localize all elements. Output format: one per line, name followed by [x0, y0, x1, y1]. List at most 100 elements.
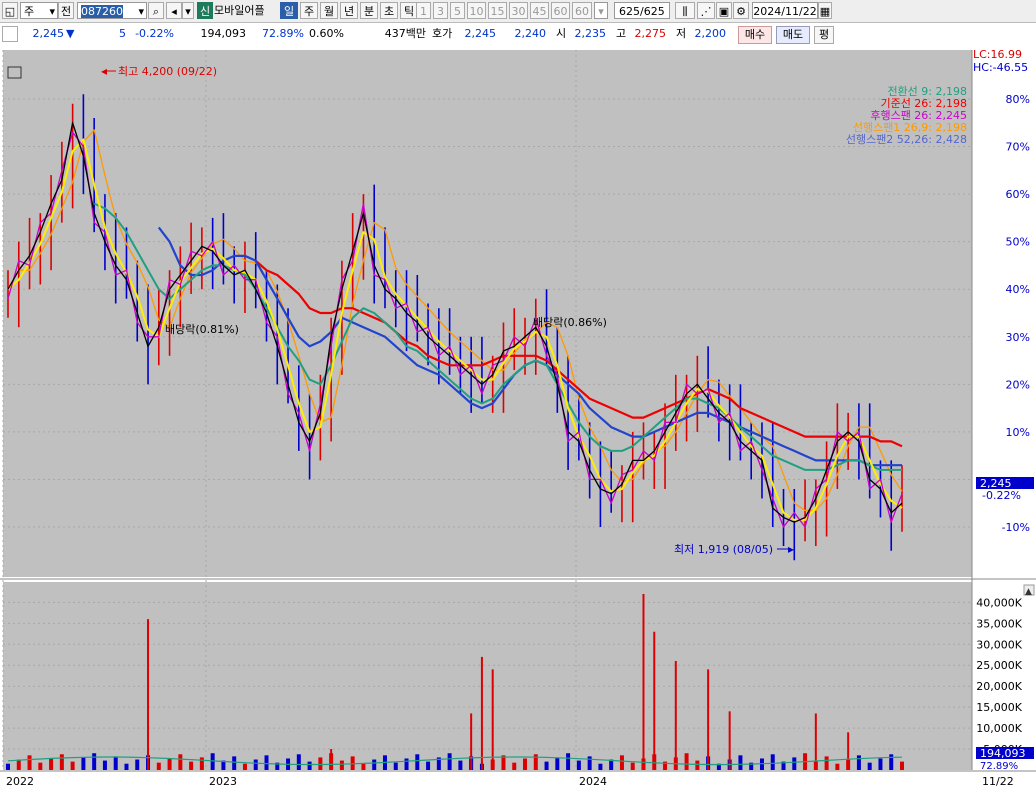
price-volume-chart[interactable]: 80% 70% 60% 50% 40% 30% 20% 10% -10% 40,000K 35,0…: [0, 45, 1036, 793]
y-tick-label: 50%: [1006, 236, 1030, 249]
volume-bar: [878, 758, 883, 770]
volume-bar: [339, 760, 344, 770]
volume-bar: [59, 754, 64, 770]
volume-ratio: 72.89%: [262, 27, 304, 40]
volume-bar: [210, 753, 215, 770]
volume-bar: [6, 763, 10, 770]
chevron-down-icon[interactable]: ▾: [182, 2, 194, 19]
volume-bar: [102, 760, 107, 770]
volume-bar: [458, 760, 463, 770]
volume-bar: [361, 763, 366, 770]
volume-bar: [264, 755, 269, 770]
buy-button[interactable]: 매수: [738, 26, 772, 44]
volume-bar: [415, 754, 420, 770]
prev-button[interactable]: 전: [58, 2, 74, 19]
open-label: 시: [556, 27, 567, 40]
sell-button[interactable]: 매도: [776, 26, 810, 44]
search-icon[interactable]: ⌕: [148, 2, 164, 19]
lc-label: LC:16.99: [973, 48, 1022, 61]
volume-bar: [770, 754, 775, 770]
chevron-down-icon: ▾: [49, 5, 55, 18]
volume-bar: [92, 753, 97, 770]
volume-bar: [318, 757, 323, 770]
chevron-up-icon: ▲: [1025, 587, 1032, 597]
volume-bar: [426, 761, 431, 770]
volume-tick-label: 25,000K: [976, 659, 1022, 672]
volume-bar: [566, 753, 571, 770]
volume-bar: [189, 761, 194, 770]
volume-bar: [856, 755, 861, 770]
interval-button[interactable]: 15: [488, 2, 507, 19]
interval-button[interactable]: 45: [530, 2, 549, 19]
change-pct: -0.22%: [135, 27, 174, 40]
period-tab[interactable]: 주: [300, 2, 318, 19]
x-last-label: 11/22: [982, 775, 1014, 788]
volume-bar: [135, 759, 140, 770]
market-label: 주: [24, 5, 35, 18]
market-select[interactable]: 주 ▾: [20, 2, 58, 19]
gear-icon[interactable]: ⚙: [733, 2, 749, 19]
x-tick-label: 2023: [209, 775, 237, 788]
volume: 194,093: [200, 27, 247, 40]
y-tick-label: 80%: [1006, 93, 1030, 106]
volume-bar: [447, 753, 452, 770]
period-tab[interactable]: 년: [340, 2, 358, 19]
volume-bar: [619, 755, 624, 770]
volume-tick-label: 35,000K: [976, 617, 1022, 630]
turnover: 0.60%: [309, 27, 344, 40]
low: 2,200: [694, 27, 727, 40]
volume-bar: [156, 762, 161, 770]
high-arrow-icon: ◂: [101, 64, 107, 78]
down-arrow-icon: ▼: [66, 27, 75, 40]
interval-button[interactable]: 60: [551, 2, 570, 19]
current-volume-label: 194,093: [980, 747, 1026, 760]
date-field[interactable]: 2024/11/22: [752, 2, 818, 19]
period-tab[interactable]: 월: [320, 2, 338, 19]
period-tab[interactable]: 일: [280, 2, 298, 19]
save-icon[interactable]: ▣: [716, 2, 732, 19]
low-arrow-icon: ▸: [788, 542, 794, 556]
volume-tick-label: 40,000K: [976, 596, 1022, 609]
volume-bar: [124, 763, 129, 770]
high-label: 고: [616, 27, 627, 40]
hc-label: HC:-46.55: [973, 61, 1028, 74]
dividend-annotation: 배당락(0.86%): [533, 316, 607, 329]
y-tick-label: 10%: [1006, 426, 1030, 439]
speaker-icon[interactable]: ◂: [166, 2, 182, 19]
toggle-icon[interactable]: [2, 26, 18, 42]
bid-label: 호가: [432, 27, 453, 40]
volume-bar: [178, 754, 183, 770]
interval-button[interactable]: 1: [416, 2, 431, 19]
volume-bar: [544, 761, 549, 770]
interval-button[interactable]: 30: [509, 2, 528, 19]
count-field[interactable]: 625/625: [614, 2, 670, 19]
volume-bar: [555, 757, 560, 770]
volume-bar: [167, 758, 172, 770]
volume-bar: [232, 756, 237, 770]
volume-bar: [684, 753, 689, 770]
volume-bar: [738, 755, 743, 770]
volume-bar: [792, 757, 797, 770]
interval-button[interactable]: 3: [433, 2, 448, 19]
candle-icon[interactable]: ⫼: [675, 2, 695, 19]
count-total: /625: [640, 5, 665, 18]
legend-entry: 선행스팬2 52,26: 2,428: [846, 133, 967, 146]
volume-bar: [824, 756, 829, 770]
interval-dropdown[interactable]: ▾: [594, 2, 608, 19]
interval-button[interactable]: 10: [467, 2, 486, 19]
zigzag-icon[interactable]: ⋰: [697, 2, 715, 19]
volume-bar: [576, 760, 581, 770]
trade-amount: 437백만: [384, 27, 426, 40]
period-tab[interactable]: 분: [360, 2, 378, 19]
window-menu-icon[interactable]: ◱: [2, 2, 18, 19]
eval-button[interactable]: 평: [814, 26, 834, 44]
stock-code-input[interactable]: 087260 ▾: [77, 2, 147, 19]
interval-value-field[interactable]: 60: [572, 2, 592, 19]
dividend-annotation: 배당락(0.81%): [165, 323, 239, 336]
volume-bar: [523, 758, 528, 770]
period-tab[interactable]: 초: [380, 2, 398, 19]
ask: 2,240: [514, 27, 547, 40]
calendar-icon[interactable]: ▦: [818, 2, 832, 19]
toolbar: ◱ 주 ▾ 전 087260 ▾ ⌕ ◂ ▾ 신 모바일어플 일주월년분초틱 135…: [0, 0, 1036, 23]
interval-button[interactable]: 5: [450, 2, 465, 19]
